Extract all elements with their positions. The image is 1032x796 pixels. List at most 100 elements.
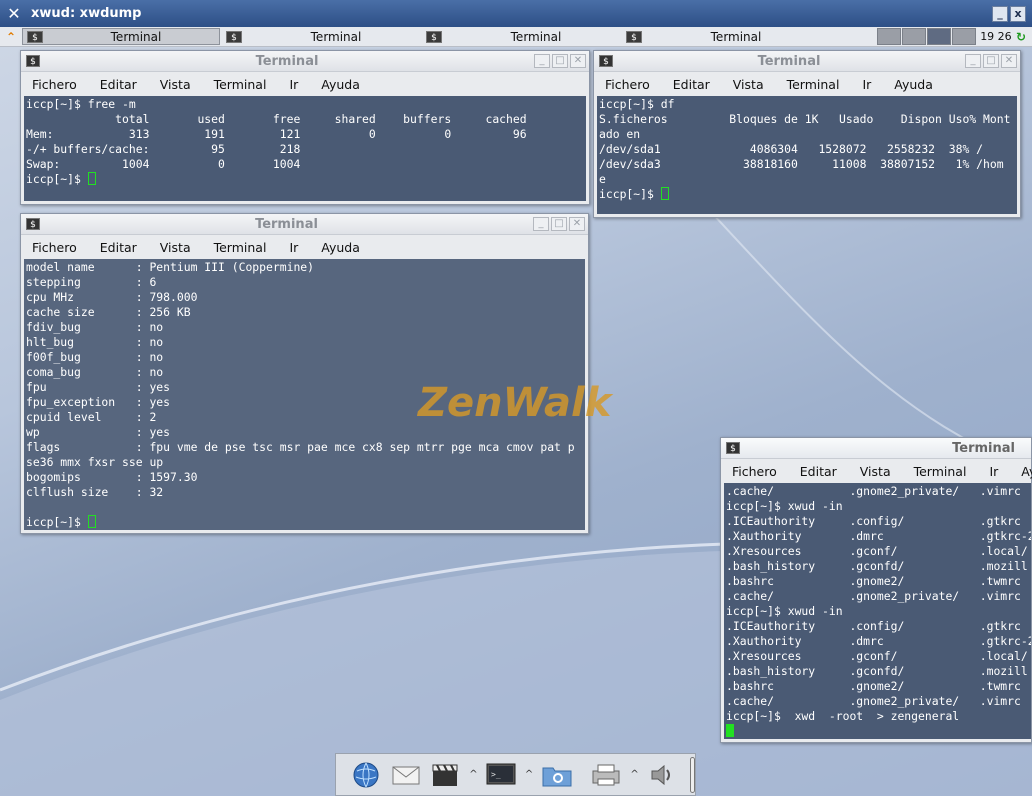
terminal-title: Terminal xyxy=(255,216,318,232)
workspace-4[interactable] xyxy=(951,28,976,45)
minimize-button[interactable]: _ xyxy=(534,54,550,68)
menu-ayuda[interactable]: Ayuda xyxy=(1016,464,1032,479)
menu-ayuda[interactable]: Ayuda xyxy=(889,77,938,92)
terminal-titlebar[interactable]: $ Terminal _ □ ✕ xyxy=(21,214,588,235)
minimize-button[interactable]: _ xyxy=(965,54,981,68)
menu-ir[interactable]: Ir xyxy=(984,464,1003,479)
workspace-1[interactable] xyxy=(876,28,901,45)
terminal-titlebar[interactable]: $ Terminal xyxy=(721,438,1031,459)
terminal-title: Terminal xyxy=(255,53,319,69)
maximize-button[interactable]: □ xyxy=(983,54,999,68)
clapperboard-icon[interactable] xyxy=(430,760,462,790)
terminal-prompt: iccp[~]$ xyxy=(599,187,661,201)
taskbar-item-label: Terminal xyxy=(310,29,362,44)
terminal-line: cache size : 256 KB xyxy=(26,305,191,319)
terminal-title: Terminal xyxy=(952,440,1015,456)
menu-ayuda[interactable]: Ayuda xyxy=(316,77,365,92)
terminal-line: .Xresources .gconf/ .local/ xyxy=(726,544,1028,558)
terminal-screen[interactable]: model name : Pentium III (Coppermine) st… xyxy=(24,259,585,530)
menu-vista[interactable]: Vista xyxy=(728,77,769,92)
terminal-line: .cache/ .gnome2_private/ .vimrc xyxy=(726,484,1021,498)
menu-vista[interactable]: Vista xyxy=(855,464,896,479)
terminal-window-cpuinfo[interactable]: $ Terminal _ □ ✕ Fichero Editar Vista Term… xyxy=(20,213,589,534)
terminal-screen[interactable]: .cache/ .gnome2_private/ .vimrc iccp[~]$… xyxy=(724,483,1031,739)
menu-terminal[interactable]: Terminal xyxy=(209,240,272,255)
menu-fichero[interactable]: Fichero xyxy=(27,240,82,255)
terminal-screen[interactable]: iccp[~]$ df S.ficheros Bloques de 1K Usa… xyxy=(597,96,1017,214)
menu-ayuda[interactable]: Ayuda xyxy=(316,240,365,255)
terminal-line: iccp[~]$ free -m xyxy=(26,97,136,111)
folder-search-icon[interactable] xyxy=(541,760,573,790)
maximize-button[interactable]: □ xyxy=(551,217,567,231)
terminal-line: fdiv_bug : no xyxy=(26,320,164,334)
menu-editar[interactable]: Editar xyxy=(795,464,842,479)
terminal-line: S.ficheros Bloques de 1K Usado Dispon Us… xyxy=(599,112,1011,126)
xwud-titlebar[interactable]: ✕ xwud: xwdump _ x xyxy=(0,0,1032,27)
terminal-window-free[interactable]: $ Terminal _ □ ✕ Fichero Editar Vista Term… xyxy=(20,50,590,205)
globe-icon[interactable] xyxy=(350,760,382,790)
terminal-menubar: Fichero Editar Vista Terminal Ir Ayuda xyxy=(721,459,1032,483)
terminal-cursor xyxy=(87,172,96,185)
close-button[interactable]: ✕ xyxy=(569,217,585,231)
printer-icon[interactable] xyxy=(591,760,623,790)
close-button[interactable]: ✕ xyxy=(570,54,586,68)
start-menu-icon[interactable]: ⌃ xyxy=(0,30,22,44)
expand-arrow-icon[interactable]: ^ xyxy=(525,769,535,780)
terminal-line: ado en xyxy=(599,127,641,141)
power-icon[interactable]: ↻ xyxy=(1016,30,1026,44)
terminal-line: .bash_history .gconfd/ .mozill xyxy=(726,664,1028,678)
menu-ir[interactable]: Ir xyxy=(284,77,303,92)
menu-terminal[interactable]: Terminal xyxy=(909,464,972,479)
expand-arrow-icon[interactable]: ^ xyxy=(469,769,479,780)
terminal-line: .Xauthority .dmrc .gtkrc-2 xyxy=(726,529,1031,543)
terminal-icon[interactable]: >_ xyxy=(485,760,517,790)
workspace-2[interactable] xyxy=(901,28,926,45)
terminal-title: Terminal xyxy=(757,53,821,69)
terminal-line: model name : Pentium III (Coppermine) xyxy=(26,260,315,274)
terminal-window-ls[interactable]: $ Terminal Fichero Editar Vista Terminal… xyxy=(720,437,1032,743)
menu-ir[interactable]: Ir xyxy=(284,240,303,255)
workspace-3[interactable] xyxy=(926,28,951,45)
close-button[interactable]: x xyxy=(1010,5,1026,22)
minimize-button[interactable]: _ xyxy=(992,5,1008,22)
menu-fichero[interactable]: Fichero xyxy=(27,77,82,92)
expand-arrow-icon[interactable]: ^ xyxy=(630,769,640,780)
terminal-icon: $ xyxy=(726,442,740,454)
menu-vista[interactable]: Vista xyxy=(155,240,196,255)
terminal-line: .cache/ .gnome2_private/ .vimrc xyxy=(726,694,1021,708)
menu-editar[interactable]: Editar xyxy=(95,77,142,92)
terminal-line: .Xauthority .dmrc .gtkrc-2 xyxy=(726,634,1031,648)
menu-vista[interactable]: Vista xyxy=(155,77,196,92)
taskbar-item-terminal-2[interactable]: $ Terminal xyxy=(222,28,420,45)
menu-ir[interactable]: Ir xyxy=(857,77,876,92)
dock-handle[interactable] xyxy=(690,756,695,793)
taskbar-item-terminal-1[interactable]: $ Terminal xyxy=(22,28,220,45)
terminal-line: .cache/ .gnome2_private/ .vimrc xyxy=(726,589,1021,603)
terminal-icon: $ xyxy=(226,30,242,43)
terminal-prompt: iccp[~]$ xyxy=(26,515,88,529)
menu-fichero[interactable]: Fichero xyxy=(600,77,655,92)
menu-fichero[interactable]: Fichero xyxy=(727,464,782,479)
menu-terminal[interactable]: Terminal xyxy=(782,77,845,92)
terminal-titlebar[interactable]: $ Terminal _ □ ✕ xyxy=(594,51,1020,72)
menu-terminal[interactable]: Terminal xyxy=(209,77,272,92)
terminal-menubar: Fichero Editar Vista Terminal Ir Ayuda xyxy=(21,235,588,259)
terminal-menubar: Fichero Editar Vista Terminal Ir Ayuda xyxy=(21,72,589,96)
terminal-screen[interactable]: iccp[~]$ free -m total used free shared … xyxy=(24,96,586,201)
mail-icon[interactable] xyxy=(390,760,422,790)
dock: ^ >_ ^ ^ xyxy=(335,753,696,796)
menu-editar[interactable]: Editar xyxy=(95,240,142,255)
taskbar-item-terminal-4[interactable]: $ Terminal xyxy=(622,28,820,45)
maximize-button[interactable]: □ xyxy=(552,54,568,68)
speaker-icon[interactable] xyxy=(646,760,678,790)
minimize-button[interactable]: _ xyxy=(533,217,549,231)
menu-editar[interactable]: Editar xyxy=(668,77,715,92)
terminal-icon: $ xyxy=(26,218,40,230)
taskbar-item-terminal-3[interactable]: $ Terminal xyxy=(422,28,620,45)
terminal-line: .ICEauthority .config/ .gtkrc xyxy=(726,619,1021,633)
close-button[interactable]: ✕ xyxy=(1001,54,1017,68)
terminal-titlebar[interactable]: $ Terminal _ □ ✕ xyxy=(21,51,589,72)
terminal-line: bogomips : 1597.30 xyxy=(26,470,198,484)
terminal-line: .ICEauthority .config/ .gtkrc xyxy=(726,514,1021,528)
terminal-window-df[interactable]: $ Terminal _ □ ✕ Fichero Editar Vista Term… xyxy=(593,50,1021,218)
